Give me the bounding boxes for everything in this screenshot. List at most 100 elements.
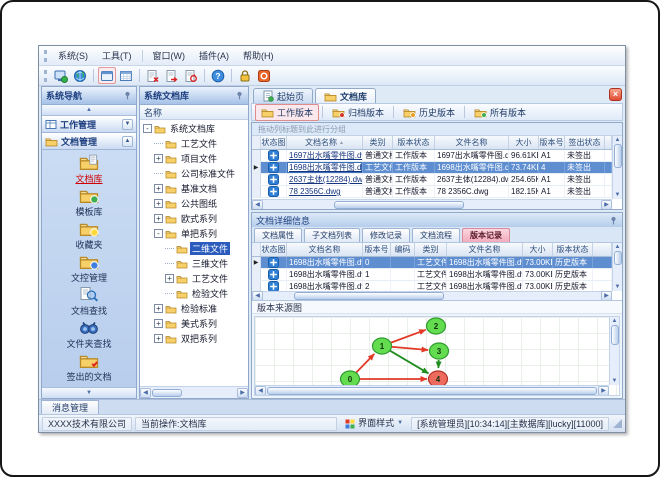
cell-text[interactable]: 2637主体(12284).dwg	[289, 174, 362, 185]
table-row[interactable]: 2637主体(12284).dwg普通文档工作版本2637主体(12284).d…	[252, 174, 612, 186]
column-header[interactable]: 版本号	[363, 243, 391, 256]
tree-item[interactable]: + 双把系列	[140, 331, 248, 346]
tree-column-header[interactable]: 名称	[140, 105, 248, 120]
expand-icon[interactable]: +	[154, 184, 163, 193]
scroll-thumb[interactable]	[613, 144, 622, 168]
column-header[interactable]: 文件名称	[447, 243, 523, 256]
chevron-down-icon[interactable]: ▼	[122, 119, 133, 130]
close-icon[interactable]: ×	[609, 88, 622, 101]
scroll-thumb[interactable]	[334, 200, 464, 209]
group-by-hint[interactable]: 拖动列标题到此进行分组	[252, 123, 622, 136]
nav-collapse-top[interactable]: ▲	[42, 105, 136, 116]
doc-refresh-icon[interactable]	[182, 67, 200, 84]
expand-icon[interactable]: +	[154, 154, 163, 163]
scroll-left-icon[interactable]: ◀	[255, 385, 266, 395]
toolbar-grip[interactable]	[44, 49, 47, 62]
scroll-right-icon[interactable]: ▶	[237, 387, 248, 398]
scroll-down-icon[interactable]: ▼	[615, 284, 621, 290]
expand-icon[interactable]: +	[154, 334, 163, 343]
tab-message-management[interactable]: 消息管理	[41, 400, 100, 414]
table-row[interactable]: 78 2356C.dwg 普通文档工作版本 78 2356C.dwg 182.15KB…	[252, 186, 612, 198]
table-row[interactable]: ▶1698出水嘴零件图.dwg工艺文件工作版本1698出水嘴零件图.dwg73.…	[252, 162, 612, 174]
tree-item[interactable]: + 美式系列	[140, 316, 248, 331]
expand-icon[interactable]: +	[154, 214, 163, 223]
monitor-icon[interactable]	[52, 67, 70, 84]
doc-export-icon[interactable]	[163, 67, 181, 84]
window-icon[interactable]	[98, 67, 116, 84]
scroll-up-icon[interactable]: ▲	[612, 318, 618, 324]
globe-icon[interactable]	[71, 67, 89, 84]
scroll-left-icon[interactable]: ◀	[140, 387, 151, 398]
tree-item[interactable]: 检验文件	[140, 286, 248, 301]
cell-text[interactable]: 78 2356C.dwg	[289, 187, 341, 196]
scroll-right-icon[interactable]: ▶	[601, 199, 612, 209]
detail-tab[interactable]: 子文档列表	[304, 228, 360, 242]
column-header[interactable]: 文件名称	[435, 136, 509, 149]
version-grid-hscrollbar[interactable]: ◀ ▶	[252, 291, 612, 300]
sidebar-item-doc-search[interactable]: 文档查找	[44, 285, 134, 318]
expand-icon[interactable]: +	[165, 274, 174, 283]
scroll-right-icon[interactable]: ▶	[601, 291, 612, 300]
all-version-button[interactable]: 所有版本	[468, 104, 532, 121]
sidebar-item-checked-out[interactable]: 签出的文档	[44, 351, 134, 384]
column-header[interactable]: 文档名称	[287, 243, 363, 256]
scroll-thumb[interactable]	[613, 251, 622, 265]
sidebar-item-template-library[interactable]: 模板库	[44, 186, 134, 219]
scroll-thumb[interactable]	[267, 386, 597, 395]
column-header[interactable]: 编码	[391, 243, 415, 256]
pushpin-icon[interactable]	[609, 216, 618, 225]
column-header[interactable]: 签出状态	[565, 136, 605, 149]
tree-hscrollbar[interactable]: ◀ ▶	[140, 386, 248, 398]
expand-icon[interactable]: +	[154, 319, 163, 328]
lock-icon[interactable]	[236, 67, 254, 84]
table-row[interactable]: 1698出水嘴零件图.dwg2工艺文件1698出水嘴零件图.dwg73.00KB…	[252, 281, 612, 291]
graph-hscrollbar[interactable]: ◀ ▶	[255, 385, 609, 395]
column-header[interactable]: 版本状态	[393, 136, 435, 149]
table-row[interactable]: 1697出水嘴零件图.dwg普通文档工作版本1697出水嘴零件图.dwg96.6…	[252, 150, 612, 162]
tree-item[interactable]: 二维文件	[140, 241, 248, 256]
logout-icon[interactable]	[255, 67, 273, 84]
scroll-thumb[interactable]	[294, 292, 444, 300]
sidebar-item-folder-search[interactable]: 文件夹查找	[44, 318, 134, 351]
column-header[interactable]: 类别	[363, 136, 393, 149]
expand-icon[interactable]: +	[154, 199, 163, 208]
column-header[interactable]: 大小	[509, 136, 539, 149]
scroll-up-icon[interactable]: ▲	[615, 137, 621, 143]
scroll-thumb[interactable]	[610, 325, 619, 345]
scroll-left-icon[interactable]: ◀	[252, 291, 263, 300]
nav-group-active[interactable]: 文档管理 ▲	[42, 133, 136, 150]
scroll-right-icon[interactable]: ▶	[598, 385, 609, 395]
tree-item[interactable]: 公司标准文件	[140, 166, 248, 181]
archive-version-button[interactable]: 归档版本	[326, 104, 390, 121]
collapse-icon[interactable]: -	[143, 124, 152, 133]
cell-text[interactable]: 1698出水嘴零件图.dwg	[289, 162, 362, 173]
table-row[interactable]: 1698出水嘴零件图.dwg1工艺文件1698出水嘴零件图.dwg73.00KB…	[252, 269, 612, 281]
menu-item[interactable]: 插件(A)	[192, 47, 236, 64]
tree-item[interactable]: + 基准文档	[140, 181, 248, 196]
expand-icon[interactable]: +	[154, 304, 163, 313]
table-row[interactable]: ▶1698出水嘴零件图.dwg0工艺文件1698出水嘴零件图.dwg73.00K…	[252, 257, 612, 269]
menu-item[interactable]: 帮助(H)	[236, 47, 281, 64]
column-header[interactable]: 版本号	[539, 136, 565, 149]
doc-close-icon[interactable]	[144, 67, 162, 84]
column-header[interactable]: 文档名称 ▲	[287, 136, 363, 149]
tree-item[interactable]: + 检验标准	[140, 301, 248, 316]
document-grid-hscrollbar[interactable]: ◀ ▶	[252, 199, 612, 209]
menu-item[interactable]: 系统(S)	[51, 47, 95, 64]
chevron-up-icon[interactable]: ▲	[122, 136, 133, 147]
version-grid-vscrollbar[interactable]: ▲ ▼	[612, 243, 622, 291]
pushpin-icon[interactable]	[235, 91, 244, 100]
tab-document-library[interactable]: 文档库	[315, 88, 377, 103]
column-header[interactable]: 状态图	[261, 243, 287, 256]
detail-tab[interactable]: 修改记录	[362, 228, 410, 242]
detail-tab[interactable]: 文档流程	[412, 228, 460, 242]
version-graph-canvas[interactable]: 0 1 2 3 4	[255, 317, 613, 391]
scroll-down-icon[interactable]: ▼	[615, 192, 621, 198]
column-header[interactable]: 大小	[523, 243, 553, 256]
tree-item[interactable]: + 项目文件	[140, 151, 248, 166]
nav-collapse-bottom[interactable]: ▼	[42, 387, 136, 398]
graph-vscrollbar[interactable]: ▲ ▼	[609, 317, 619, 385]
pushpin-icon[interactable]	[123, 91, 132, 100]
document-grid-vscrollbar[interactable]: ▲ ▼	[612, 136, 622, 199]
tree-item[interactable]: + 工艺文件	[140, 271, 248, 286]
